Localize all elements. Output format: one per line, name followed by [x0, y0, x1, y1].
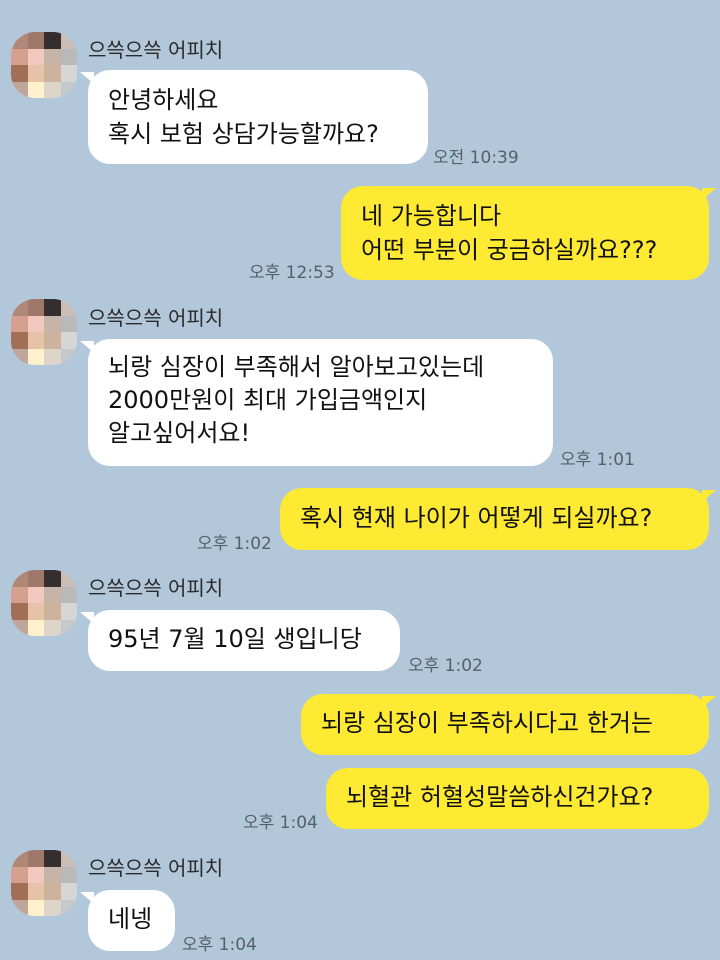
avatar-pixel [27, 850, 44, 867]
avatar-pixel [60, 619, 77, 636]
incoming-message-bubble[interactable]: 안녕하세요 혹시 보험 상담가능할까요? [88, 70, 428, 164]
avatar-pixel [44, 586, 61, 603]
avatar-pixel [44, 299, 61, 316]
message-timestamp: 오후 1:01 [560, 450, 635, 470]
sender-avatar[interactable] [11, 850, 77, 916]
avatar-pixel [44, 332, 61, 349]
avatar-pixel [11, 570, 28, 587]
outgoing-message-bubble[interactable]: 네 가능합니다 어떤 부분이 궁금하실까요??? [341, 186, 709, 280]
avatar-pixel [44, 348, 61, 365]
message-timestamp: 오후 1:02 [408, 656, 483, 676]
avatar-pixel [27, 570, 44, 587]
avatar-pixel [11, 48, 28, 65]
avatar-pixel [11, 65, 28, 82]
avatar-pixel [60, 299, 77, 316]
outgoing-message-bubble[interactable]: 혹시 현재 나이가 어떻게 되실까요? [280, 488, 709, 550]
avatar-pixel [60, 81, 77, 98]
avatar-pixel [44, 899, 61, 916]
avatar-pixel [60, 603, 77, 620]
avatar-pixel [27, 348, 44, 365]
avatar-pixel [11, 332, 28, 349]
avatar-pixel [11, 883, 28, 900]
avatar-pixel [27, 332, 44, 349]
avatar-pixel [27, 65, 44, 82]
avatar-pixel [27, 299, 44, 316]
avatar-pixel [27, 81, 44, 98]
incoming-message-bubble[interactable]: 네넹 [88, 890, 175, 951]
sender-name: 으쓱으쓱 어피치 [88, 38, 224, 62]
avatar-pixel [44, 570, 61, 587]
message-timestamp: 오후 12:53 [249, 263, 335, 283]
avatar-pixel [27, 315, 44, 332]
avatar-pixel [11, 603, 28, 620]
avatar-pixel [44, 883, 61, 900]
avatar-pixel [44, 32, 61, 49]
avatar-pixel [11, 866, 28, 883]
avatar-pixel [44, 48, 61, 65]
incoming-message-bubble[interactable]: 95년 7월 10일 생입니당 [88, 610, 400, 671]
avatar-pixel [27, 619, 44, 636]
avatar-pixel [11, 315, 28, 332]
avatar-pixel [11, 348, 28, 365]
avatar-pixel [60, 866, 77, 883]
avatar-pixel [44, 866, 61, 883]
avatar-pixel [44, 603, 61, 620]
avatar-pixel [27, 32, 44, 49]
sender-name: 으쓱으쓱 어피치 [88, 306, 224, 330]
avatar-pixel [11, 899, 28, 916]
sender-name: 으쓱으쓱 어피치 [88, 576, 224, 600]
avatar-pixel [60, 65, 77, 82]
sender-name: 으쓱으쓱 어피치 [88, 856, 224, 880]
avatar-pixel [60, 315, 77, 332]
avatar-pixel [11, 850, 28, 867]
avatar-pixel [27, 866, 44, 883]
avatar-pixel [44, 315, 61, 332]
sender-avatar[interactable] [11, 299, 77, 365]
avatar-pixel [44, 65, 61, 82]
avatar-pixel [60, 586, 77, 603]
avatar-pixel [11, 32, 28, 49]
avatar-pixel [60, 48, 77, 65]
avatar-pixel [60, 899, 77, 916]
avatar-pixel [44, 619, 61, 636]
avatar-pixel [11, 81, 28, 98]
avatar-pixel [60, 332, 77, 349]
avatar-pixel [11, 619, 28, 636]
avatar-pixel [44, 850, 61, 867]
message-timestamp: 오후 1:02 [197, 534, 272, 554]
message-timestamp: 오후 1:04 [243, 813, 318, 833]
message-timestamp: 오후 1:04 [182, 935, 257, 955]
avatar-pixel [60, 348, 77, 365]
avatar-pixel [44, 81, 61, 98]
message-timestamp: 오전 10:39 [433, 148, 519, 168]
avatar-pixel [27, 48, 44, 65]
avatar-pixel [27, 883, 44, 900]
avatar-pixel [11, 299, 28, 316]
avatar-pixel [60, 32, 77, 49]
avatar-pixel [60, 883, 77, 900]
avatar-pixel [60, 850, 77, 867]
avatar-pixel [27, 899, 44, 916]
sender-avatar[interactable] [11, 570, 77, 636]
sender-avatar[interactable] [11, 32, 77, 98]
avatar-pixel [27, 603, 44, 620]
outgoing-message-bubble[interactable]: 뇌혈관 허혈성말씀하신건가요? [326, 768, 709, 829]
incoming-message-bubble[interactable]: 뇌랑 심장이 부족해서 알아보고있는데 2000만원이 최대 가입금액인지 알고… [88, 339, 553, 466]
avatar-pixel [27, 586, 44, 603]
avatar-pixel [60, 570, 77, 587]
outgoing-message-bubble[interactable]: 뇌랑 심장이 부족하시다고 한거는 [301, 694, 709, 755]
avatar-pixel [11, 586, 28, 603]
